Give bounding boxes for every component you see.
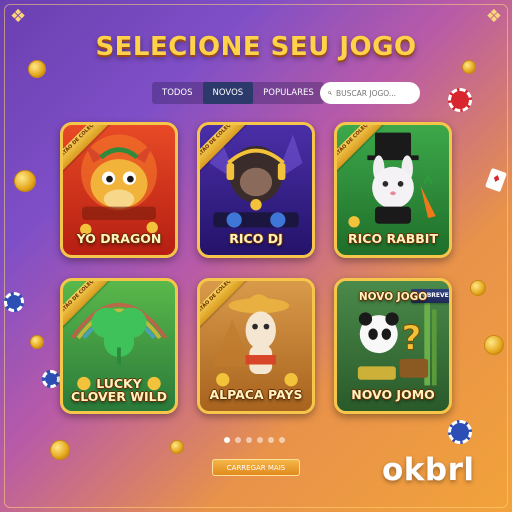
load-more-button[interactable]: CARREGAR MAIS bbox=[212, 459, 300, 476]
game-title: LUCKY CLOVER WILD bbox=[63, 377, 175, 403]
coin-icon bbox=[170, 440, 184, 454]
coin-icon bbox=[30, 335, 44, 349]
coin-icon bbox=[28, 60, 46, 78]
page-dot-3[interactable] bbox=[246, 437, 252, 443]
game-title: NOVO JOMO bbox=[351, 387, 435, 402]
pagination-dots bbox=[224, 437, 285, 443]
page-title: SELECIONE SEU JOGO bbox=[95, 32, 417, 62]
tab-todos[interactable]: TODOS bbox=[152, 82, 203, 104]
page-dot-6[interactable] bbox=[279, 437, 285, 443]
game-grid: CARTÃO DE COLEÇÃO YO DRAGON CARTÃO DE CO… bbox=[60, 122, 452, 414]
page-dot-2[interactable] bbox=[235, 437, 241, 443]
game-title: RICO RABBIT bbox=[348, 231, 438, 246]
poker-chip-icon bbox=[448, 88, 472, 112]
playing-card-icon: ♦ bbox=[485, 167, 507, 193]
game-title-line: CLOVER WILD bbox=[71, 389, 167, 404]
coin-icon bbox=[484, 335, 504, 355]
new-game-label: NOVO JOGO bbox=[358, 291, 428, 303]
svg-text:?: ? bbox=[402, 318, 422, 358]
poker-chip-icon bbox=[448, 420, 472, 444]
tab-populares[interactable]: POPULARES bbox=[253, 82, 324, 104]
page-dot-5[interactable] bbox=[268, 437, 274, 443]
game-card-alpaca-pays[interactable]: CARTÃO DE COLEÇÃO ALPACA PAYS bbox=[197, 278, 315, 414]
game-card-lucky-clover-wild[interactable]: CARTÃO DE COLEÇÃO LUCKY CLOVER WILD bbox=[60, 278, 178, 414]
poker-chip-icon bbox=[42, 370, 60, 388]
search-input[interactable] bbox=[336, 88, 412, 98]
game-title: RICO DJ bbox=[229, 231, 283, 246]
coin-icon bbox=[14, 170, 36, 192]
brand-logo[interactable]: okbrl bbox=[382, 452, 475, 488]
coin-icon bbox=[462, 60, 476, 74]
game-card-rico-rabbit[interactable]: CARTÃO DE COLEÇÃO RICO RABBIT bbox=[334, 122, 452, 258]
corner-ornament-icon: ❖ bbox=[10, 6, 27, 27]
page-dot-1[interactable] bbox=[224, 437, 230, 443]
game-card-yo-dragon[interactable]: CARTÃO DE COLEÇÃO YO DRAGON bbox=[60, 122, 178, 258]
coin-icon bbox=[50, 440, 70, 460]
coin-icon bbox=[470, 280, 486, 296]
tab-novos[interactable]: NOVOS bbox=[202, 82, 254, 104]
search-icon bbox=[328, 91, 332, 95]
game-title: ALPACA PAYS bbox=[209, 387, 303, 402]
filter-tabs: TODOS NOVOS POPULARES bbox=[152, 82, 324, 104]
corner-ornament-icon: ❖ bbox=[485, 6, 502, 27]
page-dot-4[interactable] bbox=[257, 437, 263, 443]
game-card-novo-jomo[interactable]: ? EM BREVE! NOVO JOGO NOVO JOMO bbox=[334, 278, 452, 414]
game-title: YO DRAGON bbox=[76, 231, 162, 246]
poker-chip-icon bbox=[4, 292, 24, 312]
game-card-rico-dj[interactable]: CARTÃO DE COLEÇÃO RICO DJ bbox=[197, 122, 315, 258]
search-box[interactable] bbox=[320, 82, 420, 104]
